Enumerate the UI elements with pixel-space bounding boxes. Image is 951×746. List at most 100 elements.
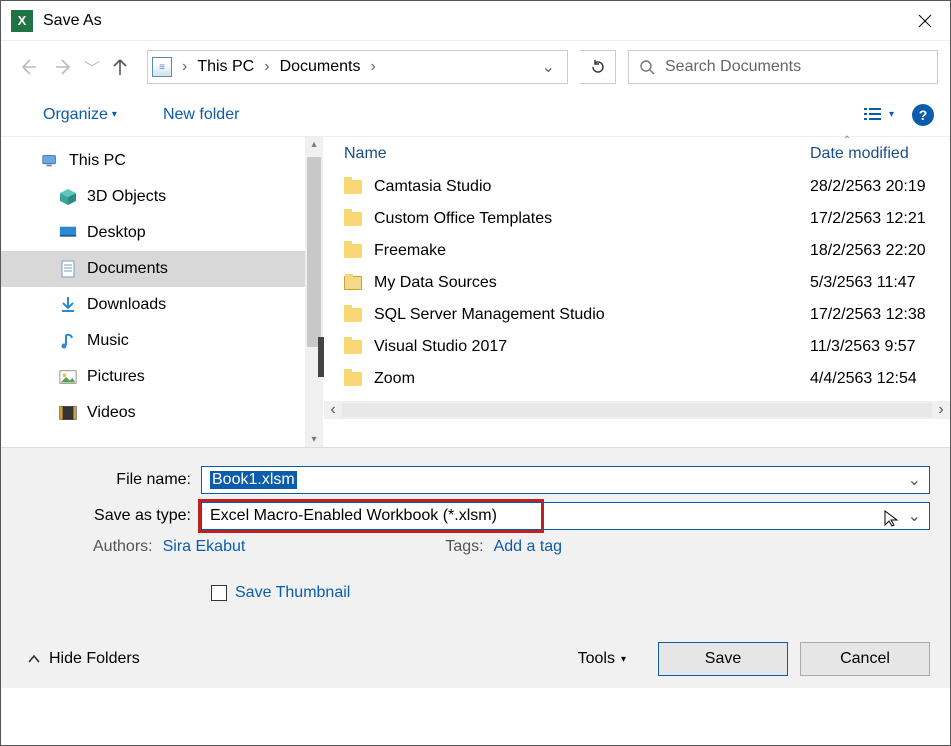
file-row[interactable]: Camtasia Studio28/2/2563 20:19	[324, 171, 950, 203]
filetype-select[interactable]: Excel Macro-Enabled Workbook (*.xlsm) ⌄	[201, 502, 930, 530]
tree-item-3dobjects[interactable]: 3D Objects	[1, 179, 323, 215]
save-thumbnail-label[interactable]: Save Thumbnail	[235, 584, 350, 602]
download-icon	[59, 297, 77, 313]
file-name: Zoom	[374, 370, 810, 388]
file-name: Custom Office Templates	[374, 210, 810, 228]
tree-item-music[interactable]: Music	[1, 323, 323, 359]
refresh-button[interactable]	[580, 50, 616, 84]
help-button[interactable]: ?	[912, 104, 934, 126]
scroll-right-icon[interactable]: ›	[932, 401, 950, 419]
file-row[interactable]: SQL Server Management Studio17/2/2563 12…	[324, 299, 950, 331]
save-button[interactable]: Save	[658, 642, 788, 676]
horizontal-scrollbar[interactable]: ‹ ›	[324, 401, 950, 419]
tree-item-documents[interactable]: Documents	[1, 251, 323, 287]
file-date: 17/2/2563 12:21	[810, 210, 950, 228]
navigation-tree[interactable]: This PC 3D Objects Desktop Documents Dow…	[1, 137, 323, 447]
title-bar: Save As	[1, 1, 950, 41]
tags-value[interactable]: Add a tag	[494, 538, 563, 556]
folder-icon	[344, 340, 362, 354]
folder-icon	[344, 308, 362, 322]
chevron-down-icon[interactable]: ⌄	[908, 506, 921, 526]
scroll-up-icon[interactable]: ▴	[311, 139, 316, 150]
file-row[interactable]: Visual Studio 201711/3/2563 9:57	[324, 331, 950, 363]
up-button[interactable]	[105, 52, 135, 82]
filetype-label: Save as type:	[21, 507, 201, 525]
close-icon	[918, 14, 932, 28]
view-list-icon	[863, 106, 885, 124]
column-name[interactable]: Name	[344, 145, 810, 163]
tree-label: Documents	[87, 260, 168, 278]
filename-input[interactable]: Book1.xlsm ⌄	[201, 466, 930, 494]
close-button[interactable]	[900, 1, 950, 41]
folder-icon	[344, 244, 362, 258]
search-placeholder: Search Documents	[665, 58, 801, 76]
sort-indicator-icon: ⌃	[534, 135, 951, 146]
hide-folders-label: Hide Folders	[49, 650, 140, 668]
recent-dropdown[interactable]: ﹀	[85, 52, 99, 82]
chevron-down-icon: ▾	[112, 109, 117, 120]
tree-item-pictures[interactable]: Pictures	[1, 359, 323, 395]
new-folder-button[interactable]: New folder	[157, 102, 245, 128]
tools-label: Tools	[578, 650, 615, 668]
breadcrumb-thispc[interactable]: This PC	[191, 58, 260, 76]
chevron-right-icon: ›	[366, 58, 379, 76]
forward-button[interactable]	[49, 52, 79, 82]
save-thumbnail-checkbox[interactable]	[211, 585, 227, 601]
tree-item-thispc[interactable]: This PC	[1, 143, 323, 179]
organize-button[interactable]: Organize ▾	[37, 102, 123, 128]
hide-folders-button[interactable]: Hide Folders	[21, 650, 140, 668]
file-list[interactable]: ⌃ Name Date modified Camtasia Studio28/2…	[323, 137, 950, 447]
search-input[interactable]: Search Documents	[628, 50, 938, 84]
file-row[interactable]: Zoom4/4/2563 12:54	[324, 363, 950, 395]
address-history-dropdown[interactable]: ⌄	[534, 57, 563, 77]
tree-label: Pictures	[87, 368, 145, 386]
cancel-button[interactable]: Cancel	[800, 642, 930, 676]
tree-item-desktop[interactable]: Desktop	[1, 215, 323, 251]
arrow-left-icon	[18, 57, 38, 77]
toolbar: Organize ▾ New folder ▾ ?	[1, 93, 950, 137]
search-icon	[639, 59, 655, 75]
file-row[interactable]: Custom Office Templates17/2/2563 12:21	[324, 203, 950, 235]
save-label: Save	[705, 650, 741, 668]
tree-label: Music	[87, 332, 129, 350]
chevron-right-icon: ›	[260, 58, 273, 76]
new-folder-label: New folder	[163, 106, 239, 124]
back-button[interactable]	[13, 52, 43, 82]
save-thumbnail-row: Save Thumbnail	[21, 584, 930, 602]
filename-label: File name:	[21, 471, 201, 489]
tree-scrollbar[interactable]: ▴ ▾	[305, 137, 323, 447]
main-area: This PC 3D Objects Desktop Documents Dow…	[1, 137, 950, 447]
tree-label: Desktop	[87, 224, 146, 242]
column-date[interactable]: Date modified	[810, 145, 950, 163]
file-date: 4/4/2563 12:54	[810, 370, 950, 388]
window-title: Save As	[43, 12, 102, 30]
filetype-row: Save as type: Excel Macro-Enabled Workbo…	[21, 502, 930, 530]
videos-icon	[59, 405, 77, 421]
tree-item-videos[interactable]: Videos	[1, 395, 323, 431]
file-row[interactable]: My Data Sources5/3/2563 11:47	[324, 267, 950, 299]
breadcrumb-documents[interactable]: Documents	[274, 58, 367, 76]
file-name: My Data Sources	[374, 274, 810, 292]
cursor-icon	[883, 509, 901, 527]
refresh-icon	[590, 59, 606, 75]
file-name: Camtasia Studio	[374, 178, 810, 196]
authors-value[interactable]: Sira Ekabut	[163, 538, 246, 556]
file-date: 18/2/2563 22:20	[810, 242, 950, 260]
tree-item-downloads[interactable]: Downloads	[1, 287, 323, 323]
address-bar[interactable]: › This PC › Documents › ⌄	[147, 50, 568, 84]
scrollbar-track[interactable]	[342, 403, 932, 417]
file-list-header[interactable]: ⌃ Name Date modified	[324, 137, 950, 171]
scrollbar-thumb[interactable]	[307, 157, 321, 347]
tree-label: Videos	[87, 404, 136, 422]
tools-button[interactable]: Tools ▾	[578, 650, 626, 668]
scroll-down-icon[interactable]: ▾	[311, 434, 316, 445]
authors-label: Authors:	[93, 538, 153, 556]
file-row[interactable]: Freemake18/2/2563 22:20	[324, 235, 950, 267]
scroll-left-icon[interactable]: ‹	[324, 401, 342, 419]
chevron-down-icon: ▾	[621, 654, 626, 665]
file-name: SQL Server Management Studio	[374, 306, 810, 324]
chevron-down-icon[interactable]: ⌄	[908, 470, 921, 490]
bottom-panel: File name: Book1.xlsm ⌄ Save as type: Ex…	[1, 447, 950, 688]
view-options-button[interactable]: ▾	[863, 106, 894, 124]
tree-label: 3D Objects	[87, 188, 166, 206]
